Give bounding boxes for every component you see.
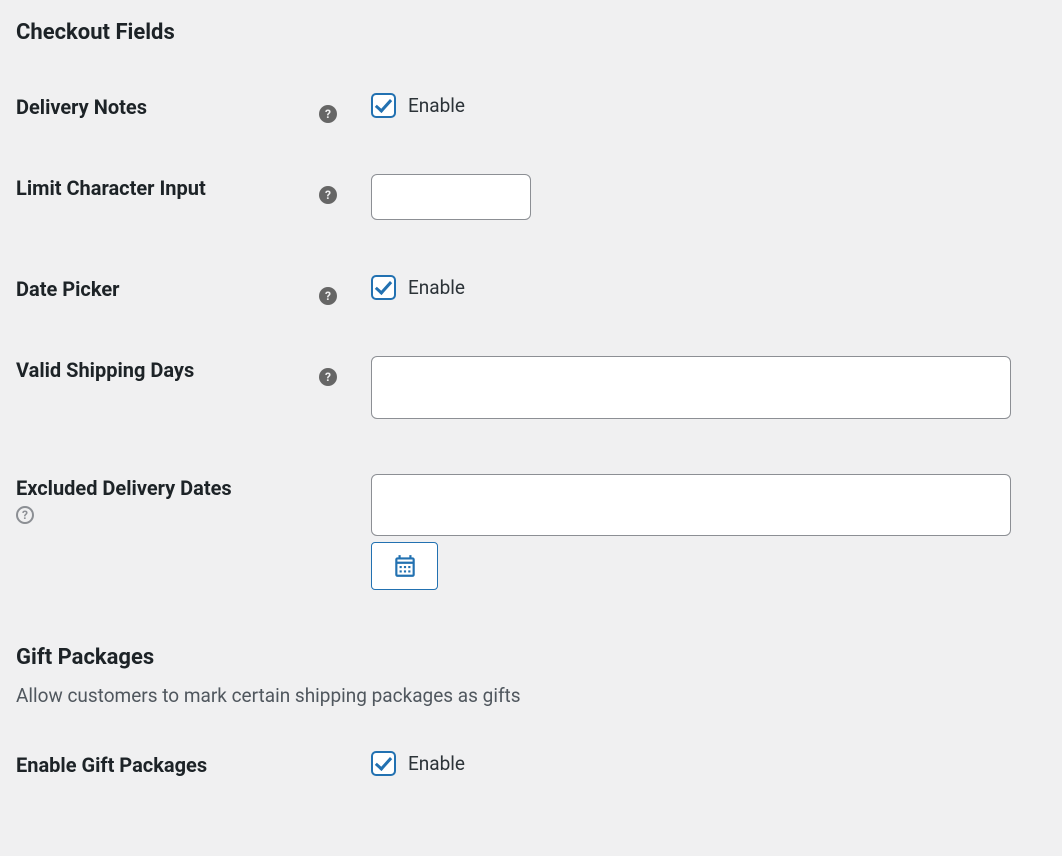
row-date-picker: Date Picker Enable <box>16 275 1046 301</box>
help-icon[interactable] <box>319 368 337 386</box>
help-icon[interactable] <box>319 105 337 123</box>
label-enable-gift-packages: Enable Gift Packages <box>16 753 207 777</box>
row-excluded-delivery-dates: Excluded Delivery Dates <box>16 474 1046 590</box>
row-valid-shipping-days: Valid Shipping Days <box>16 356 1046 419</box>
row-limit-character-input: Limit Character Input <box>16 174 1046 220</box>
help-icon[interactable] <box>16 506 34 524</box>
delivery-notes-checkbox-label: Enable <box>408 94 465 117</box>
excluded-delivery-dates-field[interactable] <box>371 474 1011 536</box>
label-limit-character-input: Limit Character Input <box>16 176 206 200</box>
label-excluded-delivery-dates: Excluded Delivery Dates <box>16 476 337 500</box>
delivery-notes-checkbox[interactable] <box>371 93 396 118</box>
date-picker-checkbox-label: Enable <box>408 276 465 299</box>
date-picker-checkbox[interactable] <box>371 275 396 300</box>
calendar-icon <box>392 553 418 579</box>
row-enable-gift-packages: Enable Gift Packages Enable <box>16 751 1046 777</box>
label-valid-shipping-days: Valid Shipping Days <box>16 358 194 382</box>
row-delivery-notes: Delivery Notes Enable <box>16 93 1046 119</box>
section-title-checkout-fields: Checkout Fields <box>16 20 1046 45</box>
limit-character-input-field[interactable] <box>371 174 531 220</box>
valid-shipping-days-field[interactable] <box>371 356 1011 419</box>
label-date-picker: Date Picker <box>16 277 119 301</box>
label-delivery-notes: Delivery Notes <box>16 95 147 119</box>
enable-gift-packages-checkbox[interactable] <box>371 751 396 776</box>
section-desc-gift-packages: Allow customers to mark certain shipping… <box>16 684 1046 707</box>
enable-gift-packages-checkbox-label: Enable <box>408 752 465 775</box>
section-title-gift-packages: Gift Packages <box>16 645 1046 670</box>
help-icon[interactable] <box>319 287 337 305</box>
calendar-button[interactable] <box>371 542 438 590</box>
help-icon[interactable] <box>319 186 337 204</box>
